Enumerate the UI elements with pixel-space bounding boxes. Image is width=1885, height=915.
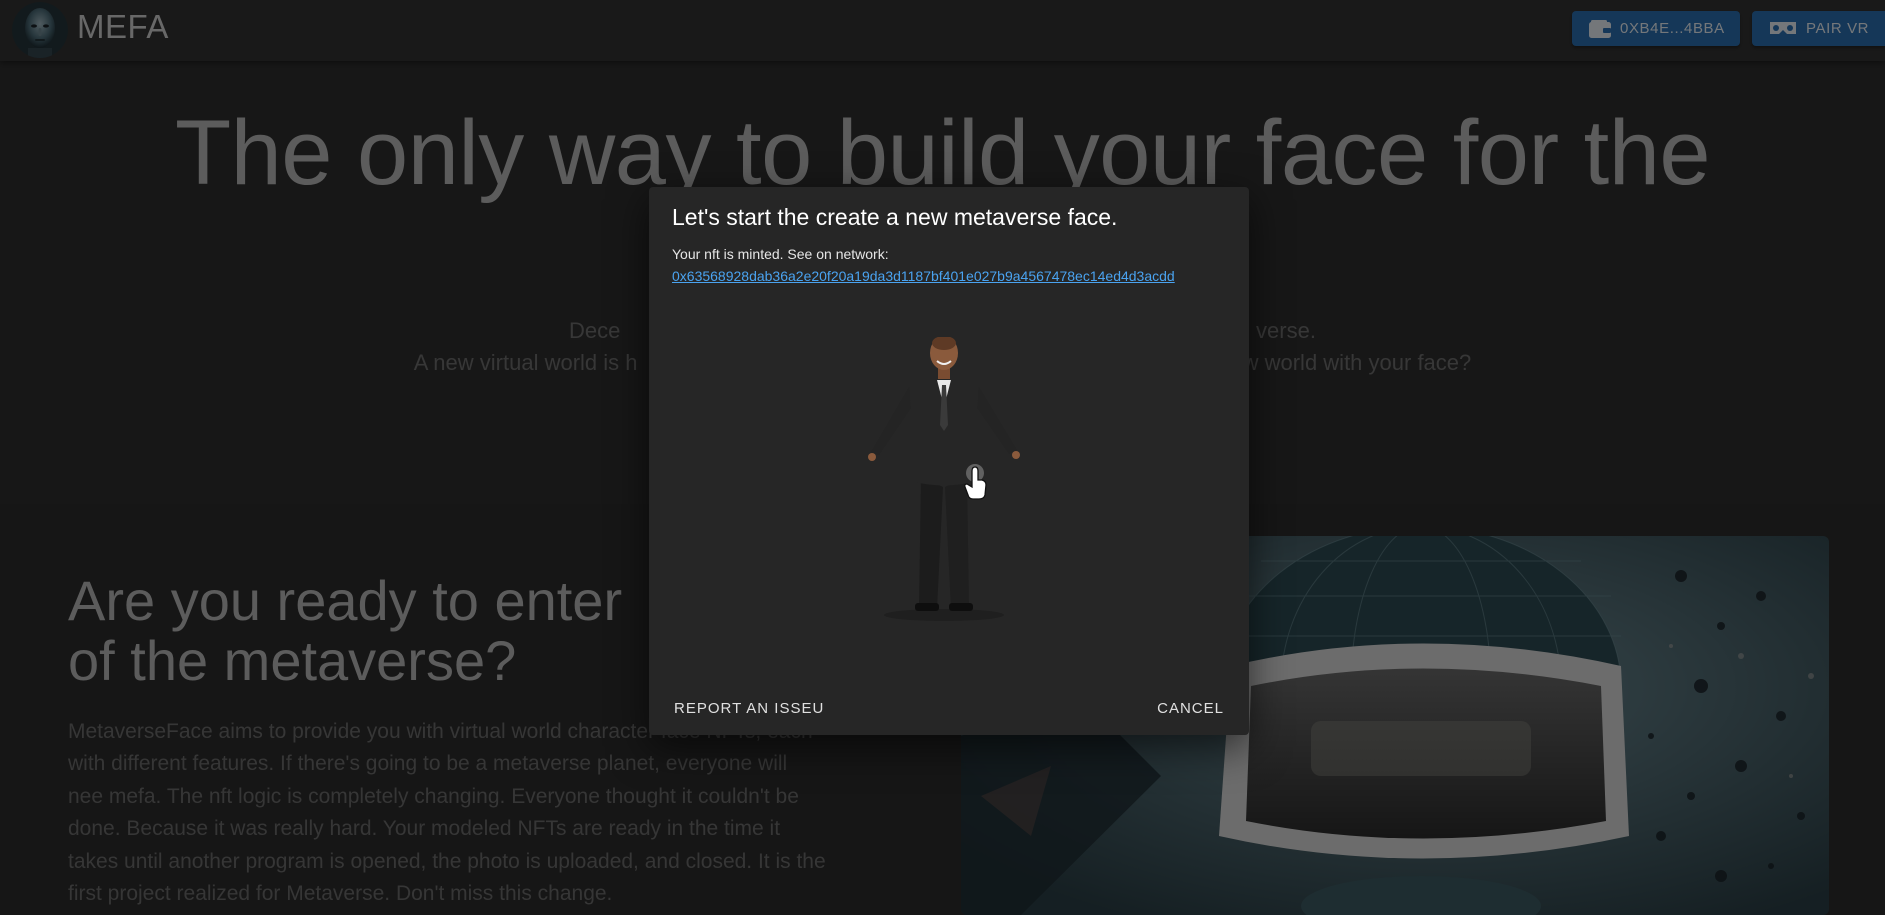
hand-pointer-icon (960, 463, 990, 501)
transaction-link[interactable]: 0x63568928dab36a2e20f20a19da3d1187bf401e… (672, 268, 1175, 284)
3d-character-preview[interactable] (859, 336, 1029, 627)
create-face-dialog: Let's start the create a new metaverse f… (649, 187, 1249, 735)
dialog-title: Let's start the create a new metaverse f… (672, 204, 1118, 230)
cancel-button[interactable]: CANCEL (1157, 700, 1224, 717)
minted-message: Your nft is minted. See on network: (672, 246, 889, 262)
report-issue-button[interactable]: REPORT AN ISSEU (674, 700, 824, 717)
page: MEFA 0XB4E...4BBA PAIR VR (0, 0, 1885, 915)
